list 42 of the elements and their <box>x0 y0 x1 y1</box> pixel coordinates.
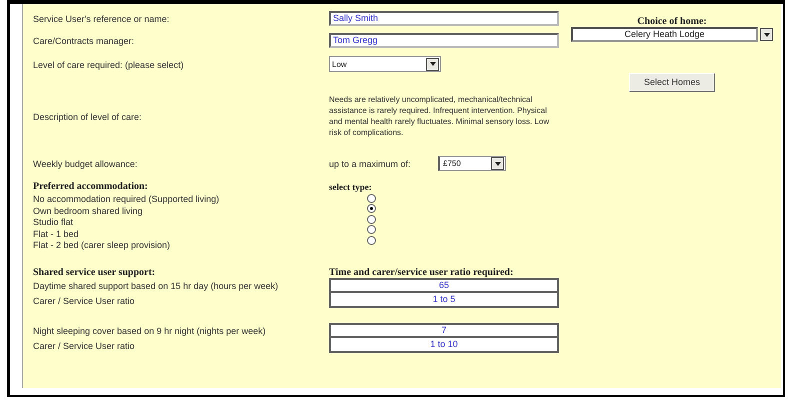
value-field: 7 <box>329 322 559 338</box>
value-field: 1 to 10 <box>329 338 559 352</box>
dropdown-arrow-button[interactable] <box>426 58 439 70</box>
field-label: Carer / Service User ratio <box>33 296 135 306</box>
field-label: Level of care required: (please select) <box>33 60 184 70</box>
field-label: Flat - 2 bed (carer sleep provision) <box>33 240 170 250</box>
radio-button[interactable] <box>367 236 376 245</box>
field-label: Care/Contracts manager: <box>33 36 134 46</box>
radio-button[interactable] <box>367 194 376 203</box>
text-field[interactable]: Sally Smith <box>329 11 559 26</box>
care-level-dropdown[interactable]: Low <box>329 56 441 72</box>
value-field: 65 <box>329 278 559 292</box>
care-description: Needs are relatively uncomplicated, mechanical/technical assistance is rarely required. Infrequent intervention. Physical and mental health rarely fluctuates. Minimal sensory loss. Low risk of complications. <box>329 94 550 138</box>
caret-icon <box>430 62 436 66</box>
section-heading: Preferred accommodation: <box>33 181 149 193</box>
section-heading: Time and carer/service user ratio required: <box>329 266 514 278</box>
section-heading: Shared service user support: <box>33 266 156 278</box>
text-field[interactable]: Tom Gregg <box>329 33 559 48</box>
field-label: Carer / Service User ratio <box>33 340 135 350</box>
value-field: 1 to 5 <box>329 292 559 308</box>
field-label: up to a maximum of: <box>329 159 411 169</box>
dropdown-arrow-button[interactable] <box>760 28 773 41</box>
caret-icon <box>494 162 500 166</box>
field-label: Night sleeping cover based on 9 hr night (nights per week) <box>33 326 266 336</box>
field-label: Weekly budget allowance: <box>33 159 138 169</box>
field-label: Daytime shared support based on 15 hr day (hours per week) <box>33 280 278 290</box>
radio-button[interactable] <box>367 204 376 214</box>
field-label: Choice of home: <box>637 16 707 27</box>
field-label: Flat - 1 bed <box>33 228 79 238</box>
radio-button[interactable] <box>367 225 376 234</box>
field-label: Own bedroom shared living <box>33 206 143 216</box>
dropdown-arrow-button[interactable] <box>491 157 504 170</box>
home-dropdown[interactable]: Celery Heath Lodge <box>571 27 758 42</box>
field-label: No accommodation required (Supported living) <box>33 194 220 204</box>
section-heading: select type: <box>329 181 373 193</box>
caret-icon <box>764 32 770 36</box>
select-homes-button[interactable]: Select Homes <box>629 73 715 92</box>
field-label: Studio flat <box>33 217 74 227</box>
budget-dropdown[interactable]: £750 <box>438 156 506 171</box>
field-label: Description of level of care: <box>33 112 142 122</box>
field-label: Service User's reference or name: <box>33 14 170 24</box>
radio-button[interactable] <box>367 214 376 224</box>
